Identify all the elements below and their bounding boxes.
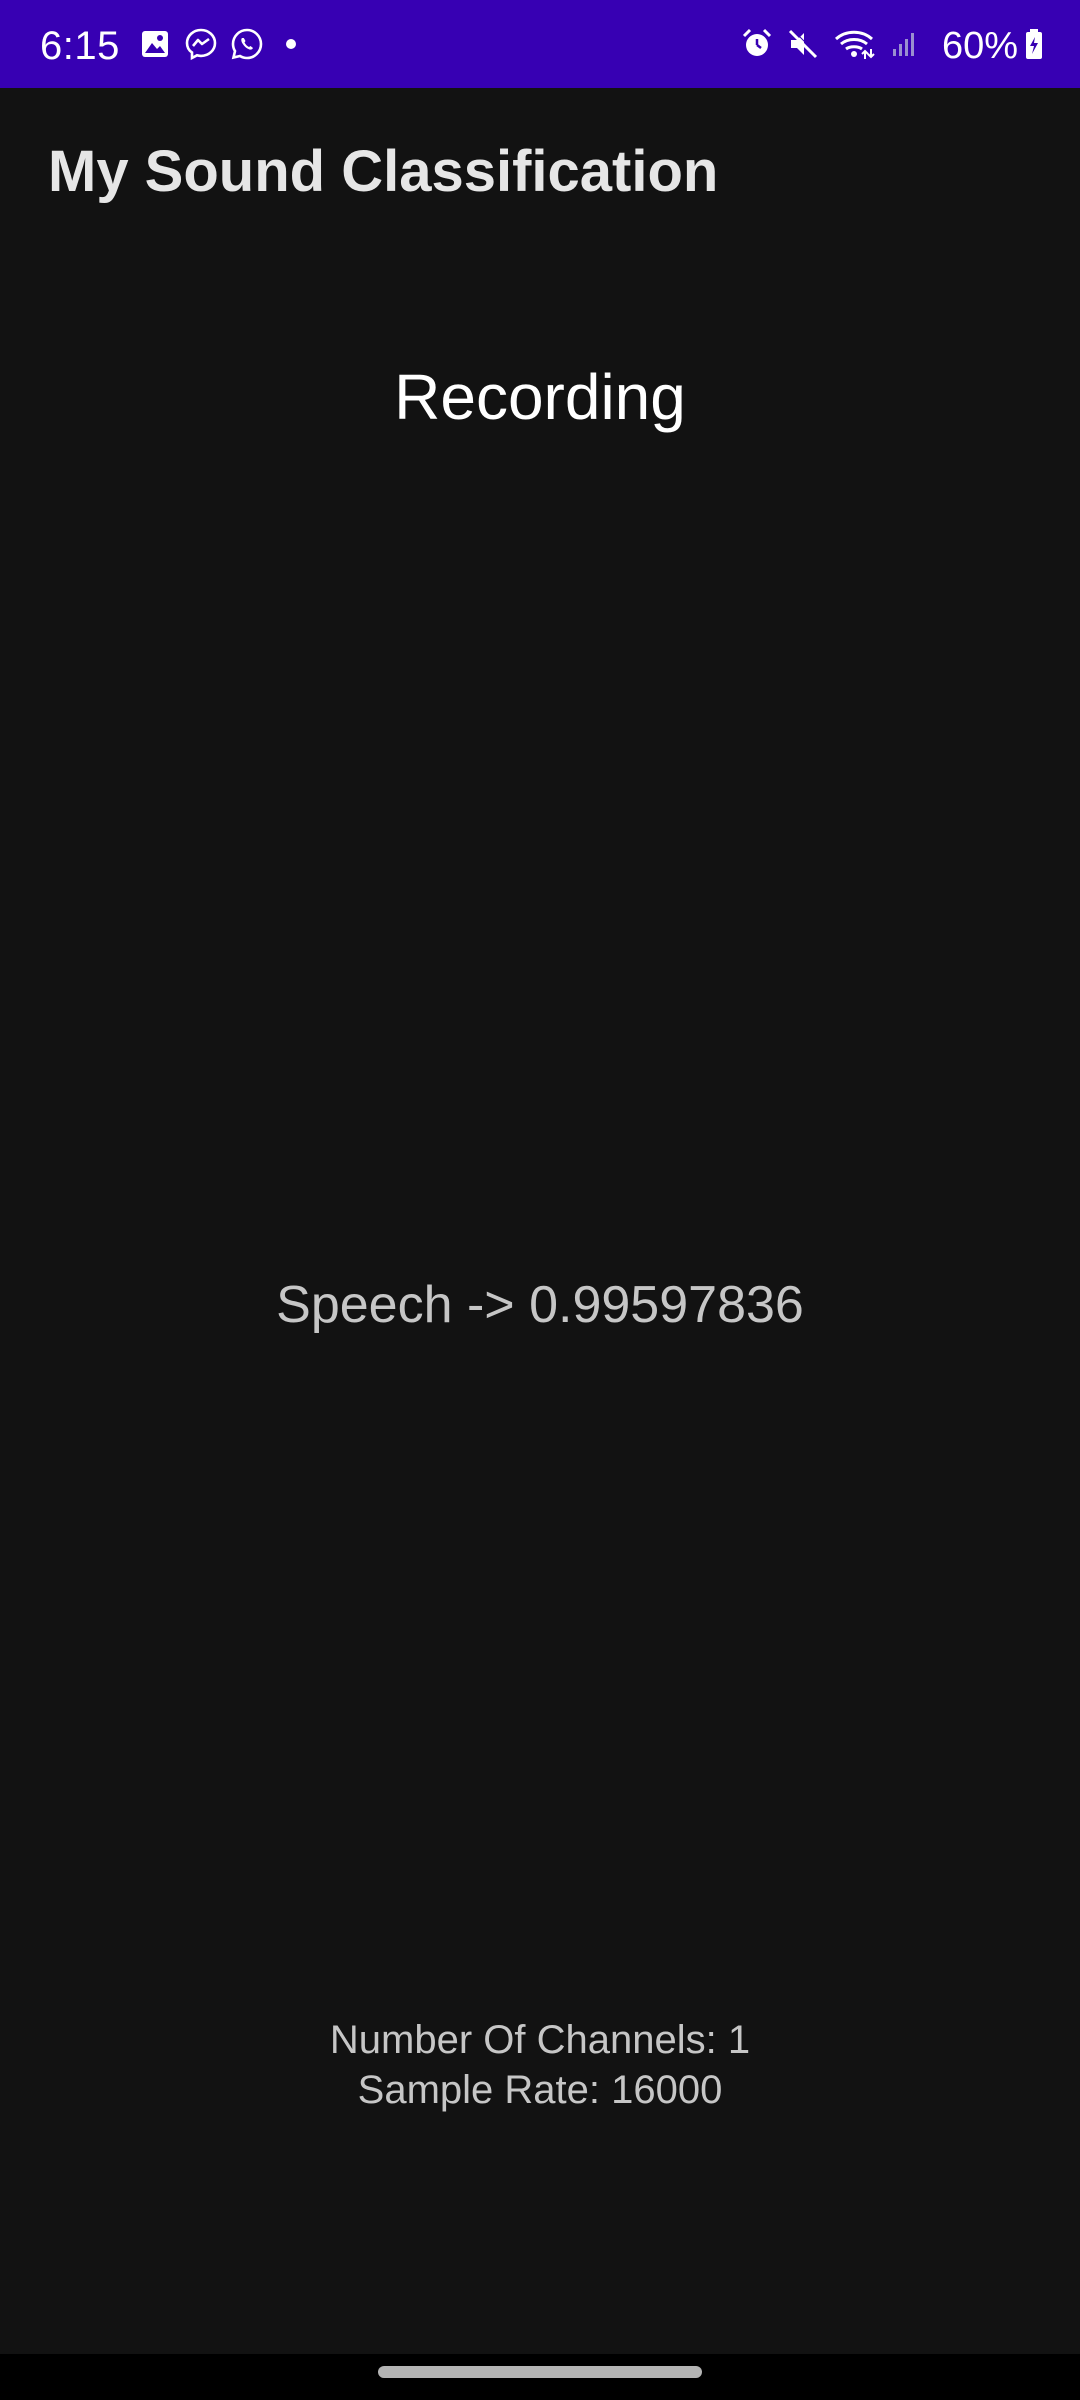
recording-status-text: Recording xyxy=(394,361,686,433)
gallery-icon xyxy=(138,27,172,61)
status-bar-right: 60% xyxy=(740,0,1044,88)
navigation-bar xyxy=(0,2354,1080,2400)
audio-info: Number Of Channels: 1 Sample Rate: 16000 xyxy=(0,2015,1080,2115)
app-title: My Sound Classification xyxy=(48,139,719,204)
status-bar: 6:15 60% xyxy=(0,0,1080,88)
home-gesture-handle[interactable] xyxy=(378,2366,702,2378)
classification-result: Speech -> 0.99597836 xyxy=(276,1276,804,1334)
alarm-icon xyxy=(740,27,774,61)
status-time: 6:15 xyxy=(40,23,120,68)
messenger-icon xyxy=(184,27,218,61)
sample-rate-label: Sample Rate: 16000 xyxy=(357,2068,723,2112)
wifi-icon xyxy=(832,27,876,61)
channels-label: Number Of Channels: 1 xyxy=(329,2018,751,2062)
battery-icon xyxy=(1024,27,1044,61)
app-bar: My Sound Classification xyxy=(0,88,1080,258)
status-bar-left: 6:15 xyxy=(40,0,296,88)
whatsapp-icon xyxy=(230,27,264,61)
battery-percent: 60% xyxy=(941,24,1018,67)
screen: 6:15 60% My Sound Classification Recordi… xyxy=(0,0,1080,2400)
notification-dot-icon xyxy=(285,39,296,49)
mute-icon xyxy=(786,27,820,61)
signal-icon xyxy=(888,27,922,61)
